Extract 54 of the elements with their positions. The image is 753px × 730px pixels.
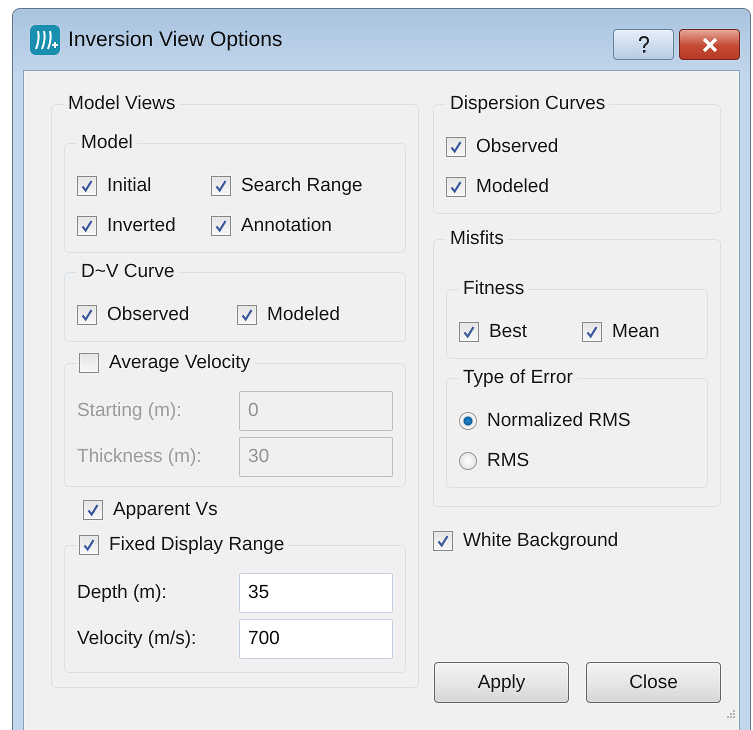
- checkbox[interactable]: [211, 176, 231, 196]
- checkbox[interactable]: [83, 500, 103, 520]
- checkbox-label[interactable]: Best: [489, 321, 528, 343]
- group-title: Model: [80, 131, 134, 155]
- input-field[interactable]: 700: [239, 619, 393, 659]
- radio-label[interactable]: Normalized RMS: [487, 410, 631, 432]
- field-label: Thickness (m):: [77, 446, 203, 468]
- close-button[interactable]: [679, 29, 740, 60]
- checkbox[interactable]: [446, 177, 466, 197]
- checkbox[interactable]: [446, 137, 466, 157]
- help-button[interactable]: [613, 29, 674, 60]
- checkbox[interactable]: [433, 531, 453, 551]
- checkbox[interactable]: [582, 322, 602, 342]
- checkbox[interactable]: [77, 176, 97, 196]
- group-title: Misfits: [449, 227, 505, 251]
- checkbox[interactable]: [77, 305, 97, 325]
- checkbox-label[interactable]: Modeled: [476, 176, 549, 198]
- group-title: Type of Error: [462, 366, 574, 390]
- input-field[interactable]: 35: [239, 573, 393, 613]
- group-title: Dispersion Curves: [449, 92, 606, 116]
- radio-button[interactable]: [459, 452, 477, 470]
- app-icon: [30, 24, 60, 54]
- field-label: Depth (m):: [77, 582, 168, 604]
- group-title: D~V Curve: [80, 260, 176, 284]
- dialog-button[interactable]: Close: [586, 662, 721, 703]
- checkbox-label[interactable]: Initial: [107, 175, 152, 197]
- group-title: Model Views: [67, 92, 176, 116]
- dialog-button[interactable]: Apply: [434, 662, 569, 703]
- field-label: Velocity (m/s):: [77, 628, 198, 650]
- checkbox-label[interactable]: Observed: [476, 136, 558, 158]
- group-title: Fitness: [462, 277, 526, 301]
- resize-grip-icon: [725, 708, 735, 718]
- checkbox[interactable]: [459, 322, 479, 342]
- checkbox[interactable]: [79, 353, 99, 373]
- checkbox[interactable]: [77, 216, 97, 236]
- checkbox[interactable]: [211, 216, 231, 236]
- radio-button[interactable]: [459, 412, 477, 430]
- checkbox-label[interactable]: Modeled: [267, 304, 340, 326]
- window-title: Inversion View Options: [68, 28, 282, 52]
- checkbox[interactable]: [79, 535, 99, 555]
- checkbox-label[interactable]: Observed: [107, 304, 190, 326]
- question-mark-icon: [638, 36, 650, 54]
- close-icon: [702, 38, 718, 52]
- checkbox-label[interactable]: Mean: [612, 321, 660, 343]
- checkbox-label[interactable]: Annotation: [241, 215, 332, 237]
- checkbox-label[interactable]: Search Range: [241, 175, 362, 197]
- checkbox-label[interactable]: Average Velocity: [109, 350, 250, 376]
- field-label: Starting (m):: [77, 400, 183, 422]
- checkbox-label[interactable]: White Background: [463, 530, 618, 552]
- radio-label[interactable]: RMS: [487, 450, 530, 472]
- checkbox-label[interactable]: Apparent Vs: [113, 499, 218, 521]
- checkbox-label[interactable]: Fixed Display Range: [109, 532, 284, 558]
- checkbox[interactable]: [237, 305, 257, 325]
- checkbox-label[interactable]: Inverted: [107, 215, 176, 237]
